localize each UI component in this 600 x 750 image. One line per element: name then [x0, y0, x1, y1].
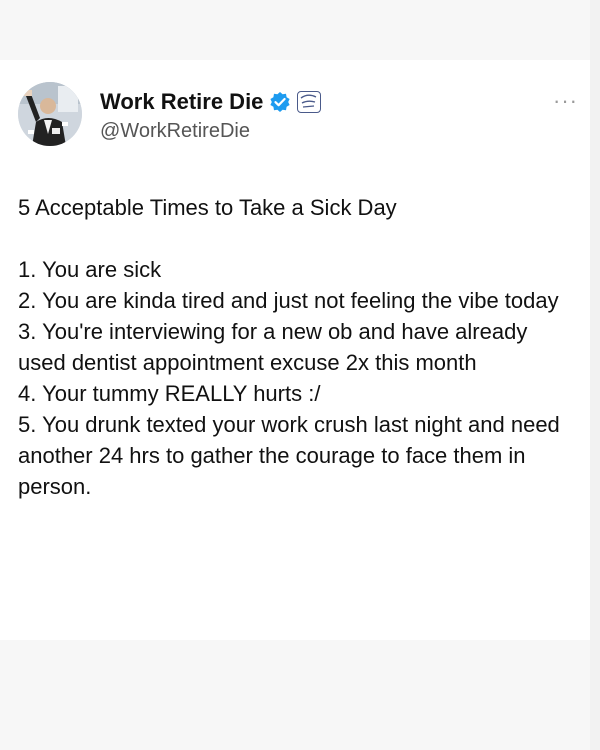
verified-check-icon [269, 91, 291, 113]
tweet-card: Work Retire Die @WorkRetireDie ··· 5 Acc… [0, 60, 590, 640]
avatar[interactable] [18, 82, 82, 146]
organization-badge-icon[interactable] [297, 91, 322, 113]
list-item: 3. You're interviewing for a new ob and … [18, 319, 528, 375]
list-item: 2. You are kinda tired and just not feel… [18, 288, 559, 313]
list-item: 5. You drunk texted your work crush last… [18, 412, 560, 499]
more-options-icon[interactable]: ··· [553, 90, 578, 112]
right-edge [590, 0, 600, 750]
display-name[interactable]: Work Retire Die [100, 89, 263, 115]
tweet-title: 5 Acceptable Times to Take a Sick Day [18, 195, 397, 220]
list-item: 1. You are sick [18, 257, 162, 282]
avatar-photo-icon [18, 82, 82, 146]
tweet-header: Work Retire Die @WorkRetireDie ··· [18, 82, 578, 152]
account-handle[interactable]: @WorkRetireDie [100, 120, 250, 143]
list-item: 4. Your tummy REALLY hurts :/ [18, 381, 321, 406]
tweet-body: 5 Acceptable Times to Take a Sick Day 1.… [18, 192, 578, 502]
tweet-list: 1. You are sick 2. You are kinda tired a… [18, 254, 578, 502]
name-row: Work Retire Die [100, 88, 322, 116]
